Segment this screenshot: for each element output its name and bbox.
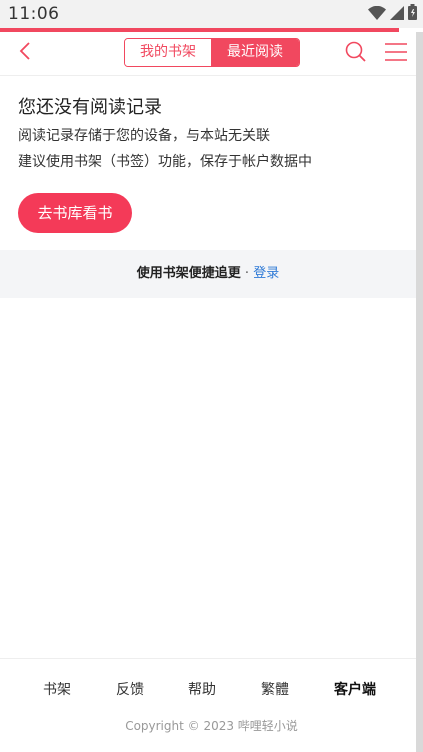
wifi-icon (368, 5, 386, 24)
search-button[interactable] (344, 40, 368, 64)
status-time: 11:06 (8, 4, 60, 24)
chevron-left-icon (18, 41, 32, 65)
footer-link-client[interactable]: 客户端 (334, 679, 376, 699)
hamburger-menu-icon (384, 43, 408, 67)
cell-signal-icon (390, 5, 404, 24)
back-button[interactable] (10, 38, 40, 68)
top-header: 我的书架 最近阅读 (0, 32, 423, 76)
battery-icon (408, 4, 417, 24)
status-bar: 11:06 (0, 0, 423, 28)
footer: 书架 反馈 帮助 繁體 客户端 Copyright © 2023 哔哩轻小说 (0, 658, 416, 752)
scrollbar[interactable] (416, 32, 423, 752)
copyright: Copyright © 2023 哔哩轻小说 (125, 719, 298, 733)
footer-link-feedback[interactable]: 反馈 (116, 679, 144, 699)
reading-tabs: 我的书架 最近阅读 (124, 38, 300, 67)
footer-link-help[interactable]: 帮助 (188, 679, 216, 699)
footer-link-bookshelf[interactable]: 书架 (43, 679, 71, 699)
empty-state-description-1: 阅读记录存储于您的设备，与本站无关联 (18, 128, 270, 144)
tab-bookshelf[interactable]: 我的书架 (125, 39, 211, 66)
go-to-library-button[interactable]: 去书库看书 (18, 193, 132, 233)
empty-state-title: 您还没有阅读记录 (18, 97, 162, 118)
login-link[interactable]: 登录 (253, 266, 279, 281)
tab-recent-reading[interactable]: 最近阅读 (211, 39, 299, 66)
empty-state: 您还没有阅读记录 阅读记录存储于您的设备，与本站无关联 建议使用书架（书签）功能… (18, 96, 408, 172)
login-tip-bar: 使用书架便捷追更 · 登录 (0, 250, 416, 298)
search-icon (344, 41, 368, 68)
footer-link-traditional-chinese[interactable]: 繁體 (261, 679, 289, 699)
tip-separator: · (244, 266, 250, 281)
empty-state-description-2: 建议使用书架（书签）功能，保存于帐户数据中 (18, 154, 312, 170)
menu-button[interactable] (384, 41, 408, 63)
tip-text: 使用书架便捷追更 (136, 266, 241, 281)
status-icons (368, 4, 417, 24)
footer-nav: 书架 反馈 帮助 繁體 客户端 (0, 679, 416, 701)
